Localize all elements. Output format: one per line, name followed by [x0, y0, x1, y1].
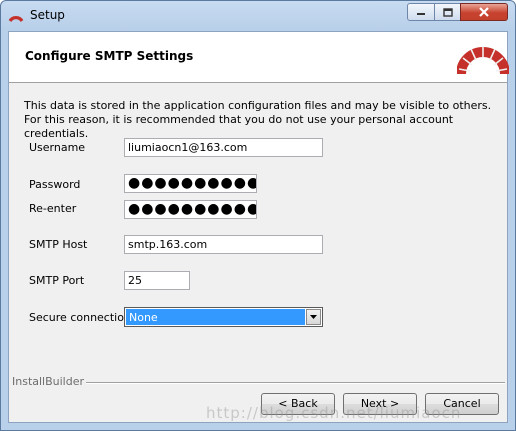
smtp-host-field[interactable]: smtp.163.com [124, 235, 323, 254]
username-label: Username [29, 141, 86, 154]
installer-arc-icon [8, 16, 24, 23]
smtp-port-label: SMTP Port [29, 274, 85, 287]
close-button[interactable] [460, 3, 508, 21]
wizard-header: Configure SMTP Settings [9, 32, 509, 83]
wizard-body: Configure SMTP Settings This data is sto… [8, 31, 509, 423]
installbuilder-brand: InstallBuilder [12, 375, 87, 388]
secure-connection-value: None [126, 309, 305, 325]
watermark-text: http://blog.csdn.net/liumiaocn [206, 404, 462, 422]
smtp-port-field[interactable]: 25 [124, 271, 190, 290]
close-icon [461, 4, 507, 20]
window-title: Setup [30, 8, 65, 22]
maximize-button[interactable] [434, 3, 461, 21]
reenter-label: Re-enter [29, 202, 77, 215]
title-bar[interactable]: Setup [1, 1, 515, 29]
footer-divider [73, 382, 505, 384]
minimize-button[interactable] [407, 3, 435, 21]
reenter-password-field[interactable]: ●●●●●●●●●●● [124, 200, 257, 219]
password-label: Password [29, 178, 81, 191]
smtp-host-label: SMTP Host [29, 238, 88, 251]
description-text: This data is stored in the application c… [24, 99, 492, 140]
secure-connection-label: Secure connection [29, 311, 131, 324]
setup-window: Setup Configure SMTP Settings This data … [0, 0, 516, 431]
maximize-icon [435, 4, 460, 20]
minimize-icon [408, 4, 434, 20]
dropdown-arrow-button[interactable] [306, 309, 321, 325]
page-title: Configure SMTP Settings [25, 49, 194, 63]
secure-connection-select[interactable]: None [124, 307, 323, 327]
bitnami-arc-logo [457, 46, 509, 75]
username-field[interactable]: liumiaocn1@163.com [124, 138, 323, 157]
password-field[interactable]: ●●●●●●●●●●● [124, 174, 257, 193]
chevron-down-icon [310, 315, 317, 319]
